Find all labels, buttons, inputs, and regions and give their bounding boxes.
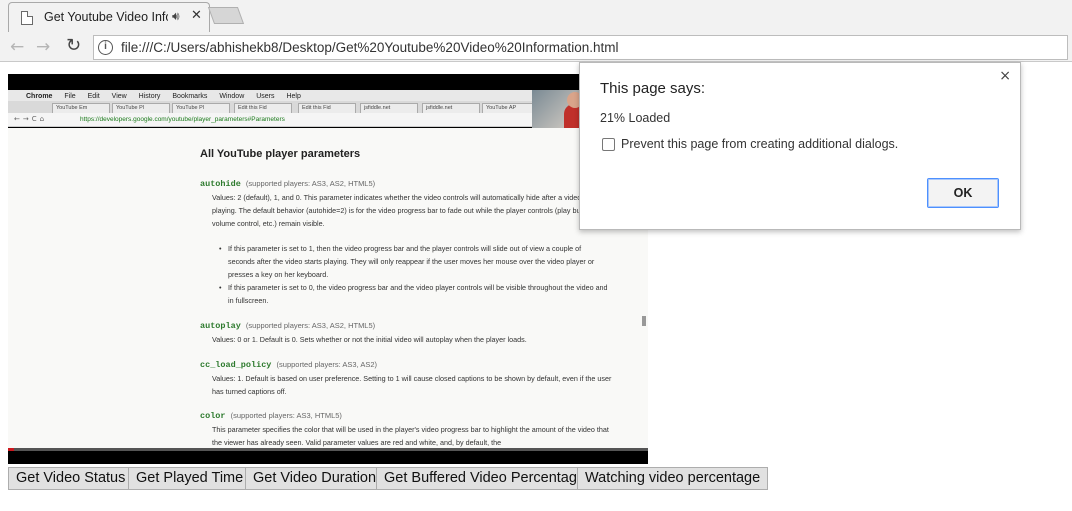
video-tab: jsfiddle.net (360, 103, 418, 113)
url-text[interactable]: file:///C:/Users/abhishekb8/Desktop/Get%… (121, 40, 619, 55)
param-label: autohide (200, 179, 241, 189)
video-tab: Edit this Fid (298, 103, 356, 113)
prevent-dialogs-checkbox[interactable] (602, 138, 615, 151)
param-text: Values: 1. Default is based on user pref… (212, 374, 612, 396)
param-label: color (200, 411, 226, 421)
param-label: autoplay (200, 321, 241, 331)
get-video-duration-button[interactable]: Get Video Duration (245, 467, 385, 490)
param-text: Values: 0 or 1. Default is 0. Sets wheth… (212, 335, 527, 344)
back-arrow-icon[interactable]: ← (10, 37, 24, 57)
info-icon[interactable]: i (98, 40, 113, 55)
speaker-icon[interactable]: 🔊︎ (172, 9, 180, 24)
video-tab: YouTube Pl (112, 103, 170, 113)
dialog-message: 21% Loaded (600, 111, 671, 125)
video-nav-icons: ←→C⌂ (14, 115, 48, 123)
alert-dialog: × This page says: 21% Loaded Prevent thi… (579, 62, 1021, 230)
player-top-bar (8, 74, 648, 90)
get-played-time-button[interactable]: Get Played Time (128, 467, 252, 490)
video-menu-item: Edit (87, 93, 100, 100)
get-video-status-button[interactable]: Get Video Status (8, 467, 134, 490)
param-label: cc_load_policy (200, 360, 272, 370)
param-name: autoplay (supported players: AS3, AS2, H… (200, 321, 375, 331)
ok-button[interactable]: OK (927, 178, 999, 208)
tab-strip: Get Youtube Video Information 🔊︎ ✕ (0, 0, 1072, 32)
video-heading: All YouTube player parameters (200, 148, 361, 160)
video-menu-item: Chrome (26, 93, 53, 100)
tab-title: Get Youtube Video Information (44, 10, 168, 24)
video-tab: YouTube Em (52, 103, 110, 113)
param-supported: (supported players: AS3, AS2, HTML5) (245, 179, 376, 188)
video-page-content: All YouTube player parameters autohide (… (8, 128, 648, 448)
video-url: https://developers.google.com/youtube/pl… (80, 116, 285, 123)
video-menu-item: View (111, 93, 127, 100)
tab-active[interactable]: Get Youtube Video Information 🔊︎ ✕ (8, 2, 210, 32)
video-menu-item: History (138, 93, 161, 100)
close-tab-icon[interactable]: ✕ (191, 8, 202, 23)
video-tab: YouTube Pl (172, 103, 230, 113)
param-name: autohide (supported players: AS3, AS2, H… (200, 179, 375, 189)
param-text: This parameter specifies the color that … (212, 425, 609, 447)
param-name: cc_load_policy (supported players: AS3, … (200, 360, 377, 370)
param-bullet: If this parameter is set to 0, the video… (219, 281, 608, 307)
param-text: Values: 2 (default), 1, and 0. This para… (212, 193, 605, 228)
dialog-title: This page says: (600, 80, 706, 97)
param-bullet: If this parameter is set to 1, then the … (219, 242, 608, 281)
address-bar[interactable]: i file:///C:/Users/abhishekb8/Desktop/Ge… (93, 35, 1068, 60)
video-menu-item: Users (256, 93, 275, 100)
youtube-player[interactable]: Chrome File Edit View History Bookmarks … (8, 74, 648, 464)
video-tab: jsfiddle.net (422, 103, 480, 113)
video-menu-item: Help (286, 93, 301, 100)
player-bottom-bar (8, 451, 648, 464)
prevent-dialogs-label[interactable]: Prevent this page from creating addition… (621, 137, 898, 151)
param-supported: (supported players: AS3, HTML5) (230, 411, 342, 420)
video-menu-item: Bookmarks (172, 93, 208, 100)
watching-percentage-button[interactable]: Watching video percentage (577, 467, 769, 490)
param-name: color (supported players: AS3, HTML5) (200, 411, 342, 421)
video-tab: Edit this Fid (234, 103, 292, 113)
param-supported: (supported players: AS3, AS2) (276, 360, 378, 369)
browser-toolbar: ← → ↻ i file:///C:/Users/abhishekb8/Desk… (0, 32, 1072, 62)
page-icon (21, 11, 33, 25)
new-tab-button[interactable] (207, 7, 245, 24)
reload-icon[interactable]: ↻ (66, 35, 81, 56)
forward-arrow-icon[interactable]: → (36, 37, 50, 57)
param-supported: (supported players: AS3, AS2, HTML5) (245, 321, 376, 330)
close-icon[interactable]: × (999, 68, 1011, 84)
video-menu-item: File (64, 93, 76, 100)
video-scrollbar (642, 316, 646, 326)
get-buffered-percentage-button[interactable]: Get Buffered Video Percentage (376, 467, 593, 490)
video-menu-item: Window (219, 93, 245, 100)
